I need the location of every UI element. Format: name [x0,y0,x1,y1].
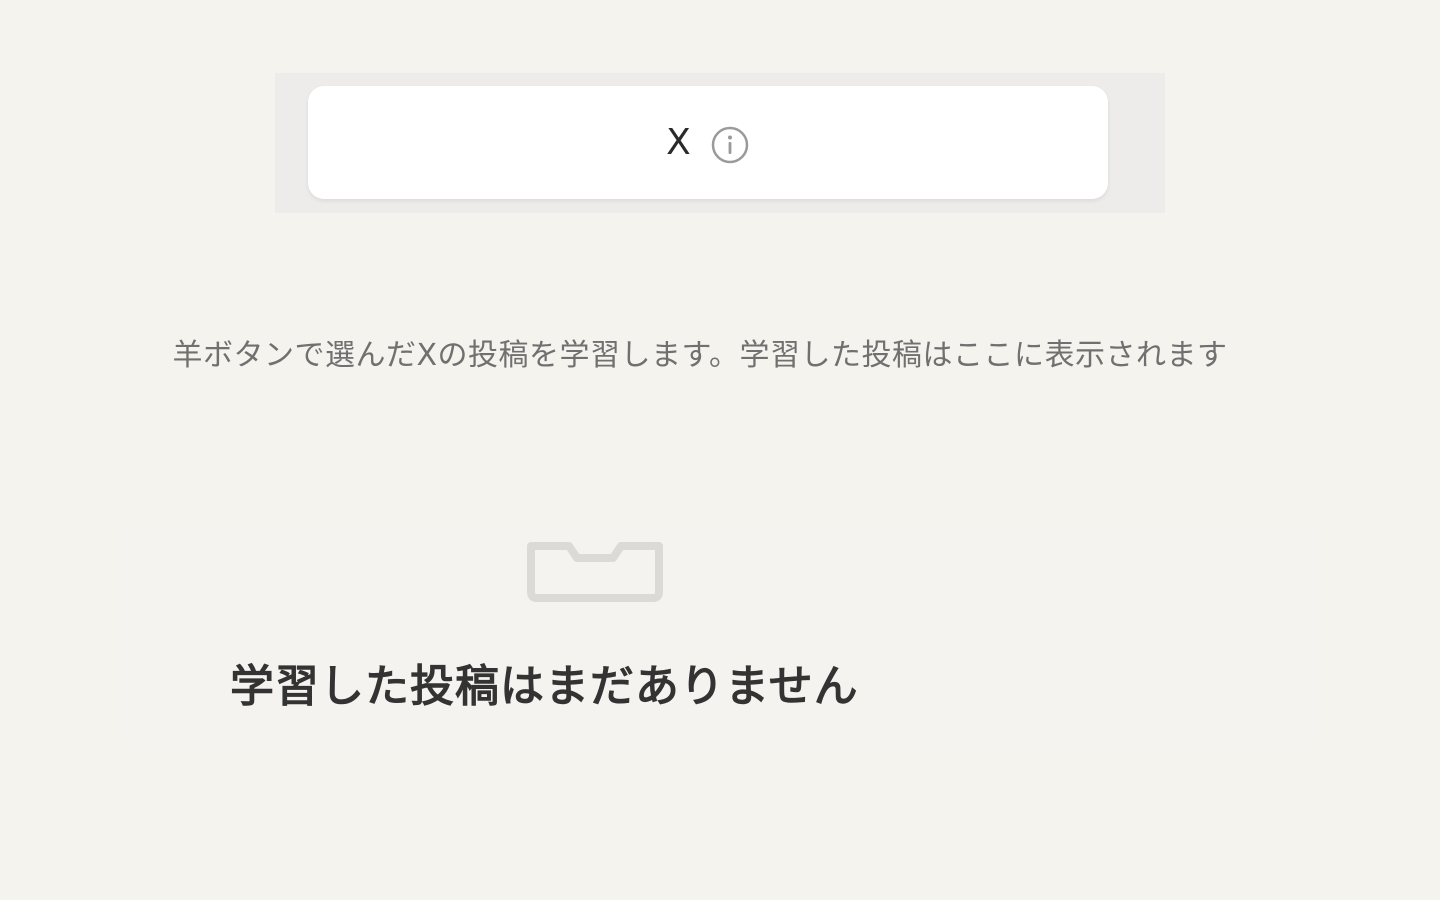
page: X 羊ボタンで選んだXの投稿を学習します。学習した投稿はここに表示されます 学習… [0,0,1440,900]
tab-x[interactable]: X [308,86,1108,199]
inbox-icon [525,540,665,602]
tab-x-label: X [666,122,692,163]
description-text: 羊ボタンで選んだXの投稿を学習します。学習した投稿はここに表示されます [172,338,1228,373]
info-icon[interactable] [710,125,750,165]
empty-state-title: 学習した投稿はまだありません [230,661,859,712]
empty-state: 学習した投稿はまだありません [120,530,1320,740]
tab-bar: X [275,73,1165,213]
